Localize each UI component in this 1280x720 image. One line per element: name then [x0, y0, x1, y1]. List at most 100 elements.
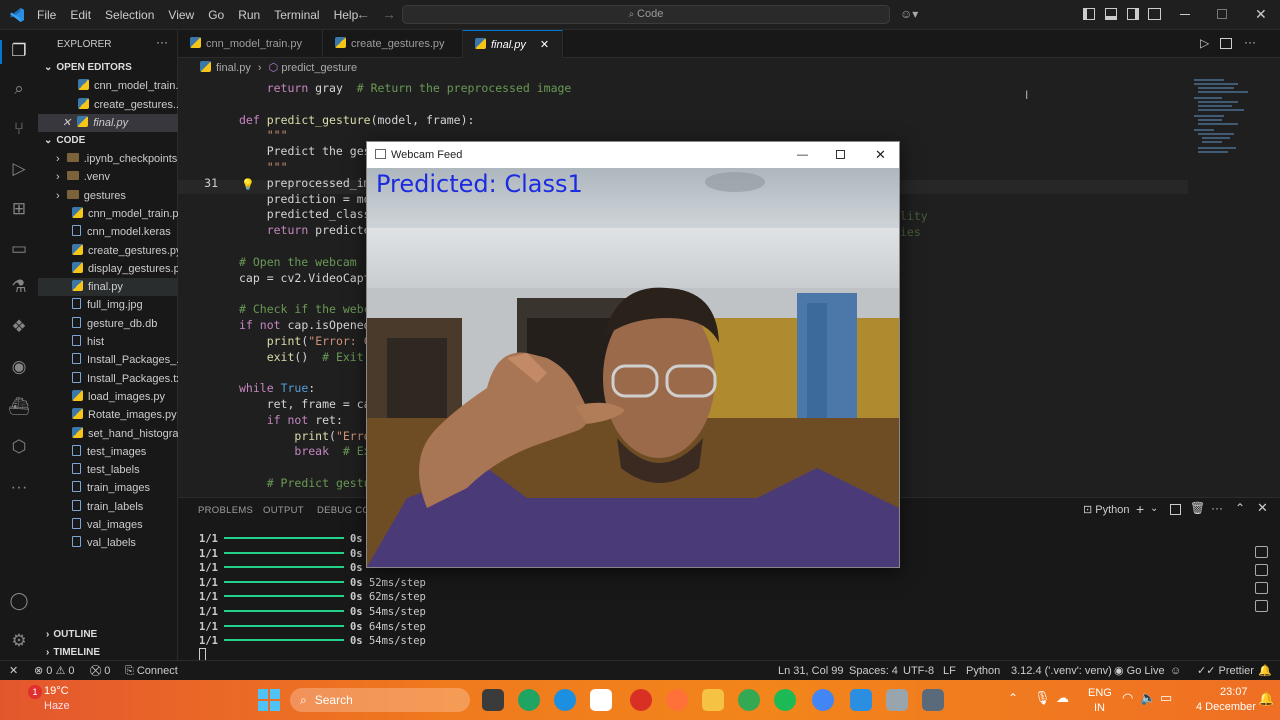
- close-tab-icon[interactable]: ✕: [540, 39, 549, 51]
- chrome-icon[interactable]: [518, 689, 540, 711]
- breadcrumb-file[interactable]: final.py: [216, 62, 251, 74]
- file-tree-item[interactable]: › .venv: [38, 168, 178, 186]
- clock-time[interactable]: 23:07: [1220, 686, 1248, 698]
- more-icon[interactable]: ···: [1211, 501, 1223, 515]
- go-live-button[interactable]: ◉ Go Live: [1114, 661, 1165, 681]
- close-window-icon[interactable]: ✕: [1255, 6, 1267, 23]
- line-ending[interactable]: LF: [943, 661, 956, 681]
- file-tree-item[interactable]: › .ipynb_checkpoints: [38, 150, 178, 168]
- menu-edit[interactable]: Edit: [63, 0, 98, 30]
- more-actions-icon[interactable]: ···: [156, 35, 168, 49]
- file-tree-item[interactable]: Install_Packages_...: [38, 351, 178, 369]
- file-tree-item[interactable]: hist: [38, 333, 178, 351]
- onedrive-icon[interactable]: ☁: [1056, 690, 1069, 706]
- chevron-down-icon[interactable]: ⌄: [1150, 503, 1158, 514]
- menu-file[interactable]: File: [30, 0, 63, 30]
- outline-header[interactable]: › OUTLINE: [38, 626, 178, 644]
- minimize-icon[interactable]: [1180, 14, 1190, 15]
- python-icon[interactable]: ❖: [8, 316, 30, 338]
- file-tree-item[interactable]: full_img.jpg: [38, 296, 178, 314]
- menu-run[interactable]: Run: [231, 0, 267, 30]
- menu-go[interactable]: Go: [201, 0, 231, 30]
- language-indicator[interactable]: ENG: [1088, 687, 1112, 699]
- file-tree-item[interactable]: › gestures: [38, 187, 178, 205]
- windows-start-icon[interactable]: [258, 689, 280, 711]
- tray-chevron-icon[interactable]: ⌃: [1008, 691, 1018, 705]
- file-tree-item[interactable]: train_labels: [38, 498, 178, 516]
- restore-icon[interactable]: [1217, 9, 1227, 19]
- connect-status[interactable]: ⎘ Connect: [125, 661, 178, 681]
- file-tree-item[interactable]: test_labels: [38, 461, 178, 479]
- testing-icon[interactable]: ⚗: [8, 276, 30, 298]
- battery-icon[interactable]: ▭: [1160, 690, 1172, 706]
- file-tree-item[interactable]: test_images: [38, 443, 178, 461]
- weather-desc[interactable]: Haze: [44, 700, 70, 712]
- terminal-instance-icon[interactable]: [1255, 546, 1268, 558]
- split-editor-icon[interactable]: [1220, 38, 1232, 49]
- minimap[interactable]: [1190, 77, 1260, 167]
- file-tree-item[interactable]: set_hand_histogra...: [38, 425, 178, 443]
- tab-final[interactable]: final.py ✕: [463, 30, 563, 58]
- taskbar-search[interactable]: ⌕ Search: [290, 688, 470, 712]
- open-editor-item[interactable]: cnn_model_train...: [38, 77, 178, 95]
- remote-explorer-icon[interactable]: ▭: [8, 238, 30, 260]
- extensions-icon[interactable]: ⊞: [8, 198, 30, 220]
- back-arrow-icon[interactable]: ←: [356, 6, 370, 22]
- volume-icon[interactable]: 🔈: [1140, 690, 1156, 706]
- file-tree-item[interactable]: load_images.py: [38, 388, 178, 406]
- menu-terminal[interactable]: Terminal: [267, 0, 326, 30]
- edge-devtools-icon[interactable]: ◉: [8, 356, 30, 378]
- editor-more-icon[interactable]: ···: [1244, 35, 1256, 49]
- docker-icon[interactable]: ⛴: [8, 396, 30, 418]
- file-tree-item[interactable]: val_labels: [38, 534, 178, 552]
- run-debug-icon[interactable]: ▷: [8, 158, 30, 180]
- accounts-icon[interactable]: ◯: [8, 590, 30, 612]
- vscode-taskbar-icon[interactable]: [850, 689, 872, 711]
- notification-center-icon[interactable]: 🔔: [1258, 691, 1274, 707]
- spotify-icon[interactable]: [774, 689, 796, 711]
- task-view-icon[interactable]: [482, 689, 504, 711]
- cursor-position[interactable]: Ln 31, Col 99: [778, 661, 843, 681]
- packages-icon[interactable]: ⬡: [8, 436, 30, 458]
- file-tree-item[interactable]: create_gestures.py: [38, 242, 178, 260]
- file-tree-item[interactable]: val_images: [38, 516, 178, 534]
- forward-arrow-icon[interactable]: →: [382, 6, 396, 22]
- app-icon[interactable]: [886, 689, 908, 711]
- file-explorer-icon[interactable]: [702, 689, 724, 711]
- firefox-icon[interactable]: [666, 689, 688, 711]
- tab-output[interactable]: OUTPUT: [263, 505, 304, 516]
- chrome-alt-icon[interactable]: [738, 689, 760, 711]
- python-interpreter[interactable]: 3.12.4 ('.venv': venv): [1011, 661, 1112, 681]
- prettier-status[interactable]: ✓✓ Prettier: [1197, 661, 1254, 681]
- toggle-secondary-sidebar-icon[interactable]: [1127, 8, 1139, 20]
- open-editor-item[interactable]: create_gestures...: [38, 96, 178, 114]
- folder-header-code[interactable]: ⌄ CODE: [38, 132, 178, 150]
- edge-icon[interactable]: [554, 689, 576, 711]
- terminal-instance-icon[interactable]: [1255, 564, 1268, 576]
- weather-temp[interactable]: 19°C: [44, 685, 69, 697]
- lightbulb-icon[interactable]: 💡: [241, 178, 255, 191]
- open-editors-header[interactable]: ⌄ OPEN EDITORS: [38, 59, 178, 77]
- language-region[interactable]: IN: [1094, 702, 1105, 714]
- terminal-instance-icon[interactable]: [1255, 600, 1268, 612]
- file-tree-item[interactable]: cnn_model_train.py: [38, 205, 178, 223]
- remote-icon[interactable]: ✕: [9, 661, 18, 681]
- split-terminal-icon[interactable]: [1170, 504, 1181, 515]
- chrome-work-icon[interactable]: [812, 689, 834, 711]
- webcam-titlebar[interactable]: Webcam Feed — ✕: [367, 142, 899, 168]
- file-tree-item[interactable]: Rotate_images.py: [38, 406, 178, 424]
- language-mode[interactable]: Python: [966, 661, 1000, 681]
- minimize-icon[interactable]: —: [797, 142, 808, 168]
- store-icon[interactable]: [590, 689, 612, 711]
- file-tree-item[interactable]: Install_Packages.txt: [38, 370, 178, 388]
- file-tree-item[interactable]: display_gestures.py: [38, 260, 178, 278]
- microphone-icon[interactable]: 🎙: [1034, 690, 1051, 706]
- close-panel-icon[interactable]: ✕: [1257, 500, 1268, 516]
- run-python-icon[interactable]: ▷: [1200, 36, 1209, 50]
- webcam-window[interactable]: Webcam Feed — ✕ Predicted: Class1: [366, 141, 900, 568]
- manage-gear-icon[interactable]: ⚙: [8, 630, 30, 652]
- close-icon[interactable]: ✕: [62, 117, 71, 129]
- notifications-icon[interactable]: 🔔: [1258, 661, 1272, 681]
- new-terminal-icon[interactable]: +: [1136, 501, 1144, 517]
- clock-date[interactable]: 4 December: [1196, 701, 1256, 713]
